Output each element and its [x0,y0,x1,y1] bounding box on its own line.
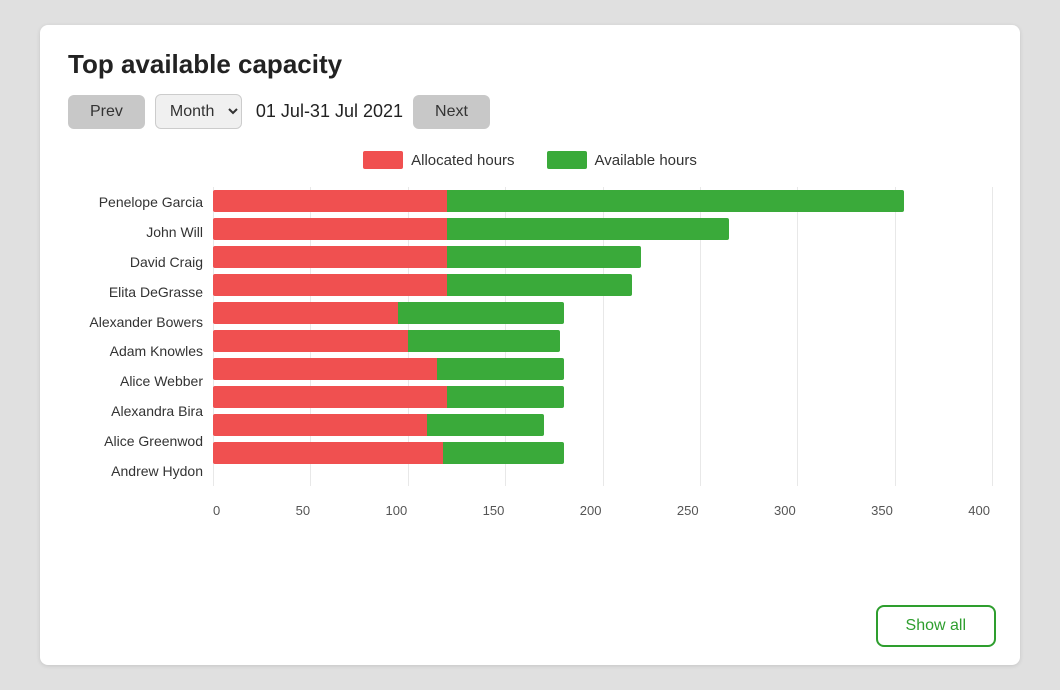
grid-line [992,187,993,486]
bar-available [447,190,905,212]
bar-allocated [213,274,447,296]
bar-allocated [213,414,427,436]
bar-available [437,358,564,380]
x-tick: 300 [774,503,796,518]
bar-row [213,355,992,383]
bar-available [427,414,544,436]
bar-allocated [213,218,447,240]
page-title: Top available capacity [68,49,992,80]
x-tick: 50 [296,503,310,518]
bar-available [443,442,564,464]
bar-track [213,442,992,464]
bar-track [213,246,992,268]
y-label: Andrew Hydon [68,464,203,478]
legend-allocated-color [363,151,403,169]
y-label: Alexander Bowers [68,315,203,329]
bar-allocated [213,386,447,408]
controls-bar: Prev Month Week Day 01 Jul-31 Jul 2021 N… [68,94,992,129]
bar-available [447,274,632,296]
x-tick: 0 [213,503,220,518]
bar-row [213,271,992,299]
bar-allocated [213,246,447,268]
x-tick: 150 [483,503,505,518]
y-label: Adam Knowles [68,344,203,358]
chart-area: Penelope Garcia John Will David Craig Elita… [68,187,992,518]
next-button[interactable]: Next [413,95,490,129]
bar-track [213,386,992,408]
y-label: John Will [68,225,203,239]
legend-allocated-label: Allocated hours [411,152,514,169]
bar-allocated [213,358,437,380]
y-label: Penelope Garcia [68,195,203,209]
legend-available-color [547,151,587,169]
y-label: David Craig [68,255,203,269]
legend-allocated: Allocated hours [363,151,514,169]
bars-rows [213,187,992,499]
x-axis: 0 50 100 150 200 250 300 350 400 [213,503,992,518]
bars-container: 0 50 100 150 200 250 300 350 400 [213,187,992,518]
bar-row [213,299,992,327]
bar-track [213,190,992,212]
bar-allocated [213,330,408,352]
bar-available [398,302,564,324]
bar-row [213,243,992,271]
bar-row [213,411,992,439]
x-tick: 250 [677,503,699,518]
legend-available-label: Available hours [595,152,697,169]
show-all-button[interactable]: Show all [876,605,996,647]
bar-track [213,218,992,240]
y-axis-labels: Penelope Garcia John Will David Craig Elita… [68,187,213,518]
bar-allocated [213,190,447,212]
bar-available [447,218,729,240]
main-card: Top available capacity Prev Month Week D… [40,25,1020,665]
x-tick: 400 [968,503,990,518]
bar-available [447,246,642,268]
y-label: Alice Webber [68,374,203,388]
bar-available [408,330,560,352]
chart-legend: Allocated hours Available hours [68,151,992,169]
y-label: Alice Greenwod [68,434,203,448]
bar-row [213,383,992,411]
x-tick: 200 [580,503,602,518]
y-label: Alexandra Bira [68,404,203,418]
bar-row [213,327,992,355]
bar-allocated [213,302,398,324]
bar-row [213,215,992,243]
legend-available: Available hours [547,151,697,169]
bar-available [447,386,564,408]
month-select[interactable]: Month Week Day [155,94,242,129]
date-range: 01 Jul-31 Jul 2021 [256,101,403,122]
bar-track [213,330,992,352]
bar-row [213,439,992,467]
bar-track [213,358,992,380]
bar-allocated [213,442,443,464]
bar-row [213,187,992,215]
y-label: Elita DeGrasse [68,285,203,299]
prev-button[interactable]: Prev [68,95,145,129]
bar-track [213,302,992,324]
x-tick: 350 [871,503,893,518]
bar-track [213,274,992,296]
bar-track [213,414,992,436]
x-tick: 100 [386,503,408,518]
